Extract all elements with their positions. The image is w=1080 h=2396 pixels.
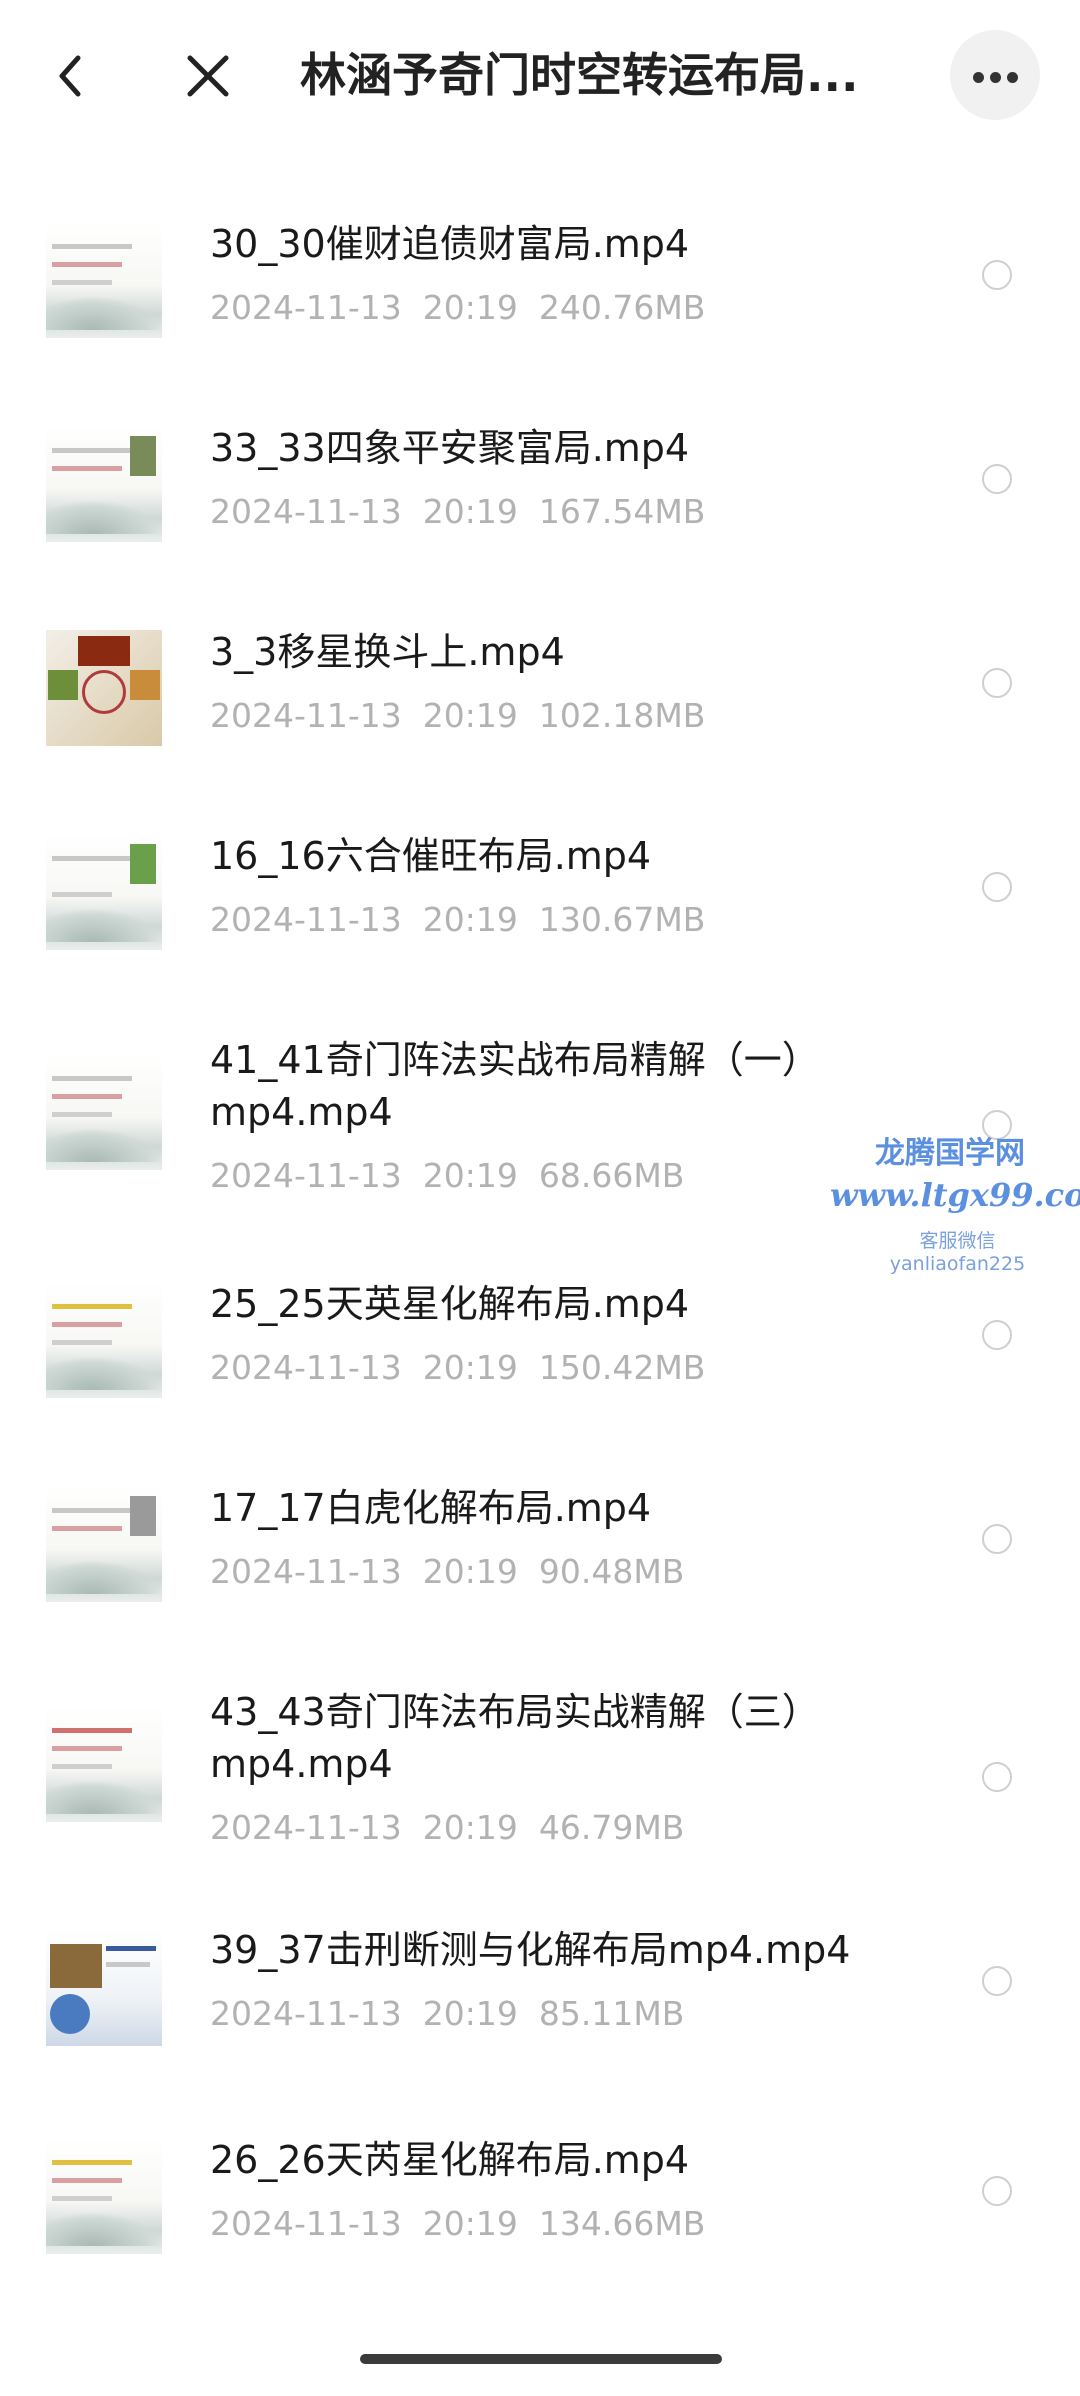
file-thumbnail [46,222,162,338]
file-size: 167.54MB [538,492,706,531]
file-time: 20:19 [422,1994,518,2033]
select-radio[interactable] [982,1762,1012,1792]
file-thumbnail [46,426,162,542]
file-meta: 2024-11-13 20:19 46.79MB [210,1808,684,1847]
file-name: 3_3移星换斗上.mp4 [210,630,565,674]
file-thumbnail [46,1930,162,2046]
watermark-contact: 客服微信 yanliaofan225 [889,1230,1026,1275]
file-meta: 2024-11-13 20:19 150.42MB [210,1348,705,1387]
top-bar: 林涵予奇门时空转运布局... [0,0,1080,150]
more-options-button[interactable] [950,30,1040,120]
file-thumbnail [46,1486,162,1602]
file-date: 2024-11-13 [210,696,402,735]
file-date: 2024-11-13 [210,492,402,531]
file-meta: 2024-11-13 20:19 134.66MB [210,2204,705,2243]
more-horizontal-icon [973,72,984,83]
file-time: 20:19 [422,2204,518,2243]
file-meta: 2024-11-13 20:19 167.54MB [210,492,705,531]
file-time: 20:19 [422,696,518,735]
file-name: 17_17白虎化解布局.mp4 [210,1486,652,1530]
more-dot [1007,72,1018,83]
select-radio[interactable] [982,464,1012,494]
file-thumbnail [46,1706,162,1822]
file-date: 2024-11-13 [210,1808,402,1847]
file-meta: 2024-11-13 20:19 68.66MB [210,1156,684,1195]
select-radio[interactable] [982,2176,1012,2206]
file-meta: 2024-11-13 20:19 102.18MB [210,696,705,735]
close-icon [187,55,229,97]
select-radio[interactable] [982,1320,1012,1350]
select-radio[interactable] [982,668,1012,698]
select-radio[interactable] [982,1524,1012,1554]
file-time: 20:19 [422,288,518,327]
file-name: 30_30催财追债财富局.mp4 [210,222,690,266]
file-date: 2024-11-13 [210,288,402,327]
file-thumbnail [46,834,162,950]
file-thumbnail [46,1282,162,1398]
file-name: 16_16六合催旺布局.mp4 [210,834,652,878]
chevron-left-icon [59,55,81,97]
file-size: 46.79MB [538,1808,685,1847]
page-title: 林涵予奇门时空转运布局... [300,48,859,102]
file-date: 2024-11-13 [210,900,402,939]
file-thumbnail [46,630,162,746]
select-radio[interactable] [982,1966,1012,1996]
file-size: 134.66MB [538,2204,706,2243]
file-time: 20:19 [422,1552,518,1591]
watermark-url: www.ltgx99.com [830,1176,1080,1214]
more-dot [990,72,1001,83]
file-time: 20:19 [422,900,518,939]
file-date: 2024-11-13 [210,1156,402,1195]
file-time: 20:19 [422,1156,518,1195]
file-meta: 2024-11-13 20:19 240.76MB [210,288,705,327]
file-date: 2024-11-13 [210,1994,402,2033]
file-size: 68.66MB [538,1156,685,1195]
file-time: 20:19 [422,1808,518,1847]
select-radio[interactable] [982,872,1012,902]
file-size: 130.67MB [538,900,706,939]
file-time: 20:19 [422,492,518,531]
file-size: 150.42MB [538,1348,706,1387]
file-size: 240.76MB [538,288,706,327]
file-name: 41_41奇门阵法实战布局精解（一）mp4.mp4 [210,1038,820,1134]
file-name: 39_37击刑断测与化解布局mp4.mp4 [210,1928,851,1972]
file-size: 102.18MB [538,696,706,735]
file-size: 85.11MB [538,1994,685,2033]
file-time: 20:19 [422,1348,518,1387]
file-thumbnail [46,2138,162,2254]
file-date: 2024-11-13 [210,1552,402,1591]
file-name: 43_43奇门阵法布局实战精解（三）mp4.mp4 [210,1690,820,1786]
select-radio[interactable] [982,260,1012,290]
close-button[interactable] [182,50,234,102]
file-name: 25_25天英星化解布局.mp4 [210,1282,690,1326]
file-date: 2024-11-13 [210,1348,402,1387]
file-name: 26_26天芮星化解布局.mp4 [210,2138,690,2182]
file-name: 33_33四象平安聚富局.mp4 [210,426,690,470]
file-meta: 2024-11-13 20:19 85.11MB [210,1994,684,2033]
file-date: 2024-11-13 [210,2204,402,2243]
file-thumbnail [46,1054,162,1170]
file-meta: 2024-11-13 20:19 90.48MB [210,1552,684,1591]
home-indicator[interactable] [360,2354,722,2364]
file-size: 90.48MB [538,1552,685,1591]
file-meta: 2024-11-13 20:19 130.67MB [210,900,705,939]
watermark-title: 龙腾国学网 [875,1136,1025,1171]
back-button[interactable] [48,52,96,100]
